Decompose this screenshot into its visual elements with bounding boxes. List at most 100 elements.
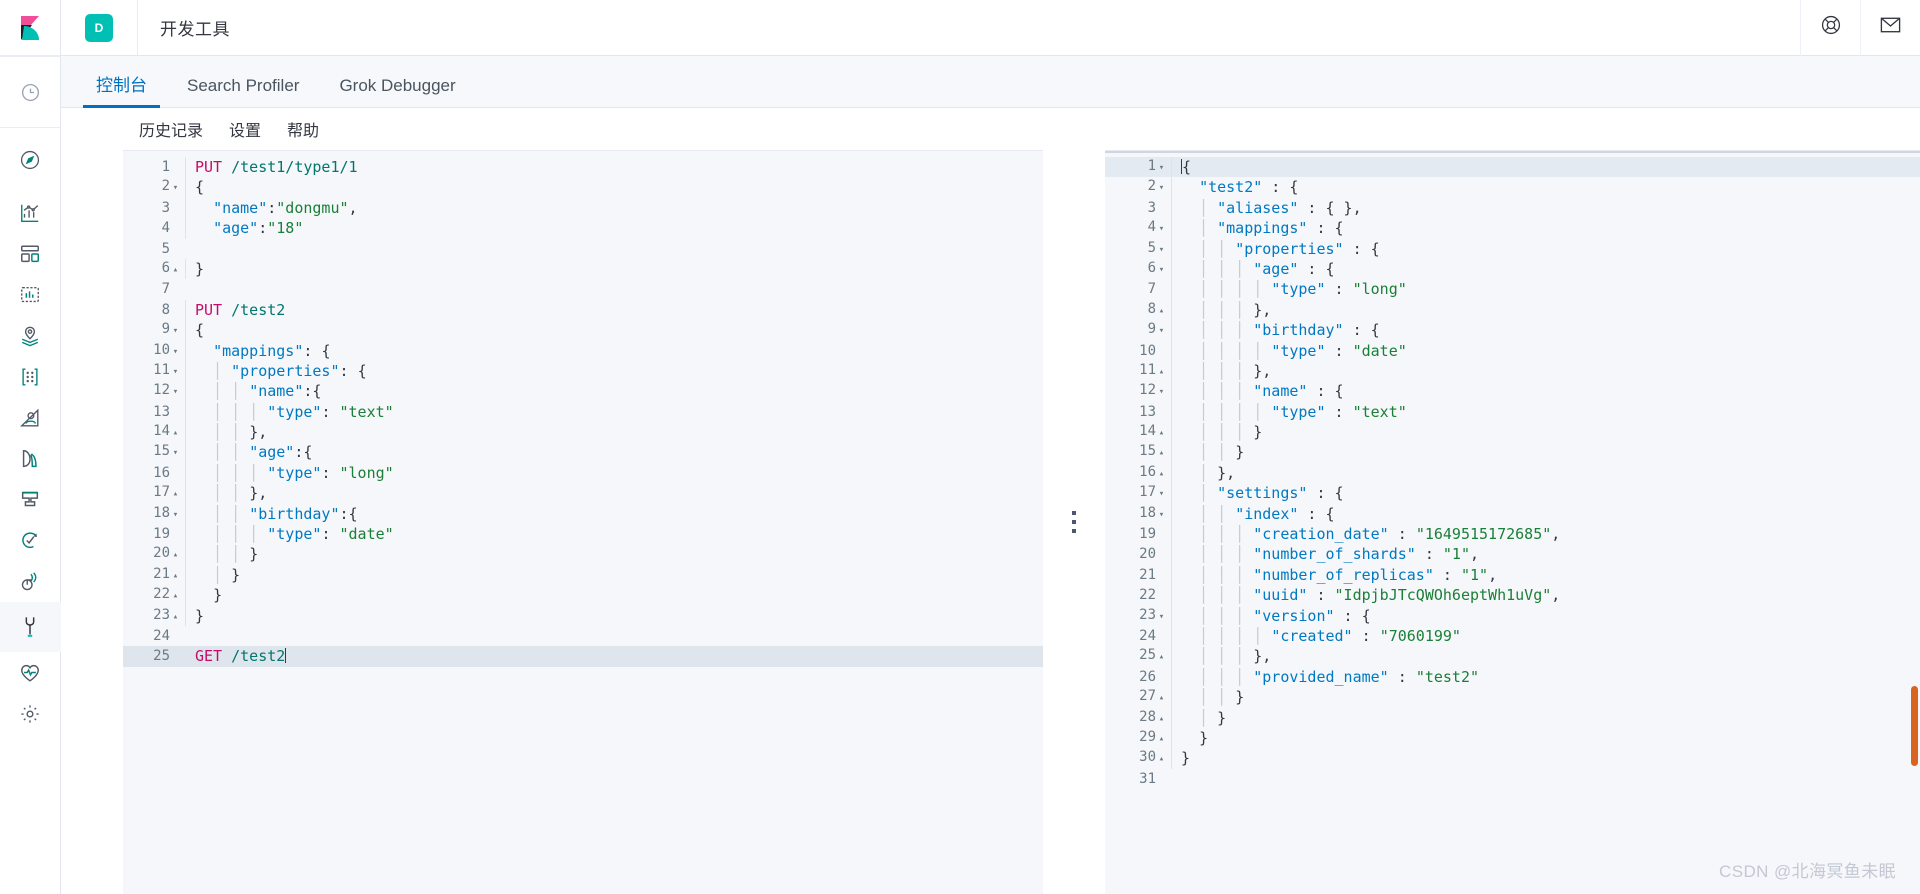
code-line[interactable]: 23 ▾ │ │ │ "version" : { (1105, 605, 1920, 627)
fold-arrow-icon[interactable]: ▴ (1156, 749, 1167, 769)
fold-arrow-icon[interactable]: ▾ (170, 443, 181, 463)
code-line[interactable]: 4 ▾ │ "mappings" : { (1105, 218, 1920, 239)
fold-arrow-icon[interactable]: ▴ (1156, 464, 1167, 484)
code-line[interactable]: 5 ▾ │ │ "properties" : { (1105, 238, 1920, 260)
sidebar-item-apm[interactable] (0, 479, 61, 520)
code-line[interactable]: 21 │ │ │ "number_of_replicas" : "1", (1105, 564, 1920, 586)
code-line[interactable]: 17 ▾ │ "settings" : { (1105, 483, 1920, 504)
response-scrollbar-thumb[interactable] (1911, 686, 1918, 766)
code-line[interactable]: 29 ▴ } (1105, 727, 1920, 749)
editor-splitter[interactable] (1043, 150, 1105, 894)
code-line[interactable]: 7 │ │ │ │ "type" : "long" (1105, 279, 1920, 300)
code-line[interactable]: 14 ▴ │ │ }, (123, 422, 1043, 443)
code-line[interactable]: 15 ▴ │ │ } (1105, 442, 1920, 463)
fold-arrow-icon[interactable]: ▴ (1156, 709, 1167, 729)
code-line[interactable]: 10 │ │ │ │ "type" : "date" (1105, 340, 1920, 361)
sidebar-item-visualize[interactable] (0, 192, 61, 233)
submenu-history[interactable]: 历史记录 (139, 117, 203, 141)
code-line[interactable]: 8 ▴ │ │ │ }, (1105, 299, 1920, 321)
sidebar-item-uptime[interactable] (0, 520, 61, 561)
code-line[interactable]: 8 PUT /test2 (123, 299, 1043, 321)
sidebar-item-canvas[interactable] (0, 274, 61, 315)
fold-arrow-icon[interactable]: ▴ (170, 607, 181, 627)
sidebar-item-discover[interactable] (0, 128, 61, 192)
kibana-logo-icon[interactable] (0, 0, 61, 56)
code-line[interactable]: 16 │ │ │ "type": "long" (123, 462, 1043, 484)
response-editor[interactable]: 1 ▾{2 ▾ "test2" : {3 │ "aliases" : { }, 4 ▾ … (1105, 150, 1920, 894)
code-line[interactable]: 9 ▾ │ │ │ "birthday" : { (1105, 320, 1920, 341)
fold-arrow-icon[interactable]: ▴ (1156, 443, 1167, 463)
request-editor[interactable]: 1 PUT /test1/type1/1 2 ▾{3 "name":"dongmu",… (123, 150, 1043, 894)
fold-arrow-icon[interactable]: ▾ (170, 342, 181, 362)
code-line[interactable]: 13 │ │ │ "type": "text" (123, 401, 1043, 423)
fold-arrow-icon[interactable]: ▾ (1156, 260, 1167, 280)
code-line[interactable]: 11 ▴ │ │ │ }, (1105, 360, 1920, 382)
fold-arrow-icon[interactable]: ▾ (1156, 607, 1167, 627)
help-button[interactable] (1800, 0, 1860, 56)
fold-arrow-icon[interactable]: ▴ (1156, 362, 1167, 382)
sidebar-item-recently-viewed[interactable] (0, 57, 61, 127)
code-line[interactable]: 27 ▴ │ │ } (1105, 687, 1920, 708)
fold-arrow-icon[interactable]: ▾ (1156, 178, 1167, 198)
submenu-settings[interactable]: 设置 (229, 117, 261, 141)
fold-arrow-icon[interactable]: ▴ (170, 484, 181, 504)
sidebar-item-maps[interactable] (0, 315, 61, 356)
code-line[interactable]: 25 ▴ │ │ │ }, (1105, 646, 1920, 667)
code-line[interactable]: 11 ▾ │ "properties": { (123, 360, 1043, 382)
code-line[interactable]: 9 ▾{ (123, 320, 1043, 341)
code-line[interactable]: 26 │ │ │ "provided_name" : "test2" (1105, 666, 1920, 688)
code-line[interactable]: 19 │ │ │ "type": "date" (123, 524, 1043, 545)
sidebar-item-stack-management[interactable] (0, 693, 61, 734)
code-line[interactable]: 7 (123, 279, 1043, 299)
fold-arrow-icon[interactable]: ▾ (170, 321, 181, 341)
fold-arrow-icon[interactable]: ▾ (1156, 219, 1167, 239)
sidebar-item-siem[interactable] (0, 561, 61, 602)
code-line[interactable]: 28 ▴ │ } (1105, 707, 1920, 729)
code-line[interactable]: 21 ▴ │ } (123, 564, 1043, 586)
fold-arrow-icon[interactable]: ▾ (1156, 382, 1167, 402)
code-line[interactable]: 13 │ │ │ │ "type" : "text" (1105, 401, 1920, 423)
code-line[interactable]: 22 │ │ │ "uuid" : "IdpjbJTcQWOh6eptWh1uV… (1105, 585, 1920, 606)
code-line[interactable]: 4 "age":"18" (123, 218, 1043, 239)
fold-arrow-icon[interactable]: ▴ (1156, 647, 1167, 667)
code-line[interactable]: 20 ▴ │ │ } (123, 544, 1043, 565)
code-line[interactable]: 5 (123, 239, 1043, 259)
code-line[interactable]: 16 ▴ │ }, (1105, 462, 1920, 484)
code-line[interactable]: 10 ▾ "mappings": { (123, 340, 1043, 362)
code-line[interactable]: 18 ▾ │ │ "index" : { (1105, 503, 1920, 525)
code-line[interactable]: 14 ▴ │ │ │ } (1105, 422, 1920, 443)
code-line[interactable]: 17 ▴ │ │ }, (123, 483, 1043, 504)
sidebar-item-stack-monitoring[interactable] (0, 652, 61, 693)
fold-arrow-icon[interactable]: ▾ (1156, 484, 1167, 504)
code-line[interactable]: 3 │ "aliases" : { }, (1105, 197, 1920, 219)
fold-arrow-icon[interactable]: ▾ (170, 382, 181, 402)
code-line[interactable]: 2 ▾ "test2" : { (1105, 177, 1920, 198)
fold-arrow-icon[interactable]: ▴ (170, 586, 181, 606)
fold-arrow-icon[interactable]: ▾ (170, 178, 181, 198)
fold-arrow-icon[interactable]: ▴ (170, 260, 181, 280)
code-line[interactable]: 24 │ │ │ │ "created" : "7060199" (1105, 625, 1920, 647)
fold-arrow-icon[interactable]: ▾ (1156, 240, 1167, 260)
sidebar-item-machine-learning[interactable] (0, 356, 61, 397)
space-badge-wrap[interactable]: D (61, 0, 138, 56)
sidebar-item-dev-tools[interactable] (0, 602, 61, 652)
code-line[interactable]: 25 GET /test2 (123, 646, 1043, 667)
code-line[interactable]: 22 ▴ } (123, 585, 1043, 606)
code-line[interactable]: 1 PUT /test1/type1/1 (123, 157, 1043, 178)
fold-arrow-icon[interactable]: ▴ (170, 423, 181, 443)
code-line[interactable]: 15 ▾ │ │ "age":{ (123, 442, 1043, 463)
code-line[interactable]: 1 ▾{ (1105, 157, 1920, 178)
code-line[interactable]: 23 ▴} (123, 605, 1043, 627)
code-line[interactable]: 6 ▾ │ │ │ "age" : { (1105, 258, 1920, 280)
fold-arrow-icon[interactable]: ▴ (170, 545, 181, 565)
fold-arrow-icon[interactable]: ▾ (170, 505, 181, 525)
sidebar-item-infrastructure[interactable] (0, 397, 61, 438)
tab-console[interactable]: 控制台 (83, 77, 160, 108)
response-scrollbar[interactable] (1911, 151, 1918, 894)
code-line[interactable]: 20 │ │ │ "number_of_shards" : "1", (1105, 544, 1920, 565)
tab-grok-debugger[interactable]: Grok Debugger (326, 77, 468, 107)
code-line[interactable]: 6 ▴} (123, 258, 1043, 280)
submenu-help[interactable]: 帮助 (287, 117, 319, 141)
code-line[interactable]: 18 ▾ │ │ "birthday":{ (123, 503, 1043, 525)
code-line[interactable]: 24 (123, 626, 1043, 646)
